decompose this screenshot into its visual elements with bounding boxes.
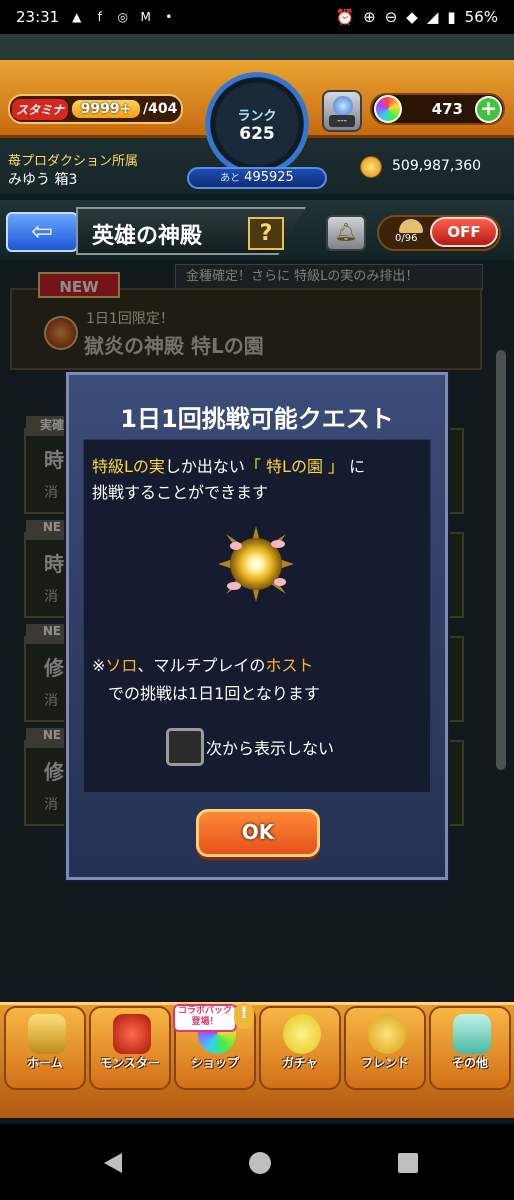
nav-monster-label: モンスター (100, 1056, 160, 1070)
note-multiplay: 、マルチプレイの (137, 656, 266, 675)
orb-counter: 473 + (370, 93, 505, 125)
exp-remaining: あと 495925 (187, 167, 327, 189)
bell-button[interactable]: 🔔︎ (326, 215, 366, 251)
dont-show-again-row[interactable]: 次から表示しない (166, 728, 334, 766)
auto-toggle-button[interactable]: OFF (430, 217, 498, 247)
recents-nav-icon[interactable] (398, 1153, 418, 1173)
guild-name: 苺プロダクション所属 (8, 154, 139, 169)
do-not-disturb-icon: ⊖ (384, 8, 398, 26)
dont-show-again-checkbox[interactable] (166, 728, 204, 766)
rainbow-orb-icon (374, 95, 402, 123)
back-nav-icon[interactable] (102, 1152, 124, 1174)
bell-icon: 🔔︎ (334, 222, 358, 243)
nav-monster[interactable]: モンスター (89, 1006, 171, 1090)
nav-home-label: ホーム (27, 1056, 63, 1070)
collab-pack-badge: コラボパック 登場！ (173, 1004, 237, 1032)
desc-line2: 挑戦することができます (92, 483, 269, 502)
desc-part: しか出ない (164, 457, 245, 476)
dialog-title: 1日1回挑戦可能クエスト (120, 405, 394, 433)
coin-icon (360, 156, 382, 178)
fruit-name: 特級Lの実 (92, 457, 165, 476)
rank-value: 625 (239, 123, 275, 144)
status-time: 23:31 (16, 8, 60, 26)
gear-slot-button[interactable]: --- (322, 90, 362, 132)
home-nav-icon[interactable] (248, 1151, 272, 1175)
page-title: 英雄の神殿 (92, 224, 203, 249)
wifi-icon: ◆ (406, 8, 418, 26)
home-gate-icon (28, 1014, 66, 1054)
helmet-icon (399, 219, 423, 233)
signal-icon: ◢ (426, 8, 439, 26)
facebook-icon: f (97, 10, 102, 24)
exp-prefix: あと (220, 173, 241, 184)
battery-percent: 56% (464, 8, 498, 26)
system-nav-bar (0, 1124, 514, 1200)
nav-home[interactable]: ホーム (4, 1006, 86, 1090)
note-solo: ソロ (105, 656, 138, 675)
counter-value: 0/96 (395, 233, 418, 244)
quest-name-highlight: 「 特Lの園 」 (244, 457, 345, 476)
stamina-value: 9999+ (72, 100, 141, 118)
stamina-meter[interactable]: スタミナ 9999+ /404 (8, 94, 183, 124)
back-arrow-icon: ⇦ (31, 217, 53, 247)
quest-info-dialog: 1日1回挑戦可能クエスト 特級Lの実しか出ない「 特Lの園 」 に 挑戦すること… (66, 372, 448, 880)
gear-orb-icon (333, 96, 353, 116)
dialog-note: ※ソロ、マルチプレイのホスト での挑戦は1日1回となります (92, 652, 432, 708)
dialog-body: 特級Lの実しか出ない「 特Lの園 」 に 挑戦することができます ※ソロ、マルチ… (83, 439, 431, 793)
help-button[interactable]: ? (248, 217, 284, 250)
alarm-icon: ⏰ (335, 8, 355, 26)
data-saver-icon: ⊕ (363, 8, 376, 26)
other-icon (453, 1014, 491, 1054)
instagram-icon: ◎ (117, 10, 128, 24)
orb-count: 473 (431, 100, 463, 118)
nav-other-label: その他 (451, 1056, 488, 1070)
more-notifications-icon: • (165, 10, 173, 24)
note-line2: での挑戦は1日1回となります (108, 684, 320, 703)
friend-icon (368, 1014, 406, 1054)
monster-icon (113, 1014, 151, 1054)
nav-friend[interactable]: フレンド (344, 1006, 426, 1090)
battery-icon: ▮ (447, 8, 456, 26)
dialog-description: 特級Lの実しか出ない「 特Lの園 」 に 挑戦することができます (92, 454, 432, 506)
dont-show-again-label: 次から表示しない (206, 739, 335, 758)
rank-label: ランク (237, 108, 277, 124)
stamina-max: /404 (143, 101, 178, 117)
back-button[interactable]: ⇦ (6, 212, 78, 252)
status-bar: 23:31 ▲ f ◎ M • ⏰ ⊕ ⊖ ◆ ◢ ▮ 56% (0, 0, 514, 34)
gacha-egg-icon (283, 1014, 321, 1054)
add-orbs-button[interactable]: + (475, 96, 502, 123)
nav-shop-label: ショップ (190, 1056, 239, 1070)
desc-part-end: に (349, 457, 366, 476)
note-mark: ※ (92, 656, 106, 675)
nav-friend-label: フレンド (360, 1056, 409, 1070)
special-fruit-icon (218, 526, 294, 602)
gear-slot-value: --- (329, 115, 355, 127)
stamina-label: スタミナ (12, 98, 69, 120)
username: みゆう 箱3 (8, 172, 78, 188)
warning-icon: ▲ (72, 10, 82, 24)
ok-button[interactable]: OK (196, 809, 320, 857)
note-host: ホスト (265, 656, 314, 675)
alert-icon: ! (234, 1003, 254, 1029)
mail-icon: M (140, 10, 151, 24)
rank-ring[interactable]: ランク 625 (205, 72, 309, 176)
exp-value: 495925 (244, 170, 294, 185)
coin-count: 509,987,360 (392, 158, 482, 174)
nav-gacha-label: ガチャ (282, 1056, 318, 1070)
nav-other[interactable]: その他 (429, 1006, 511, 1090)
nav-gacha[interactable]: ガチャ (259, 1006, 341, 1090)
